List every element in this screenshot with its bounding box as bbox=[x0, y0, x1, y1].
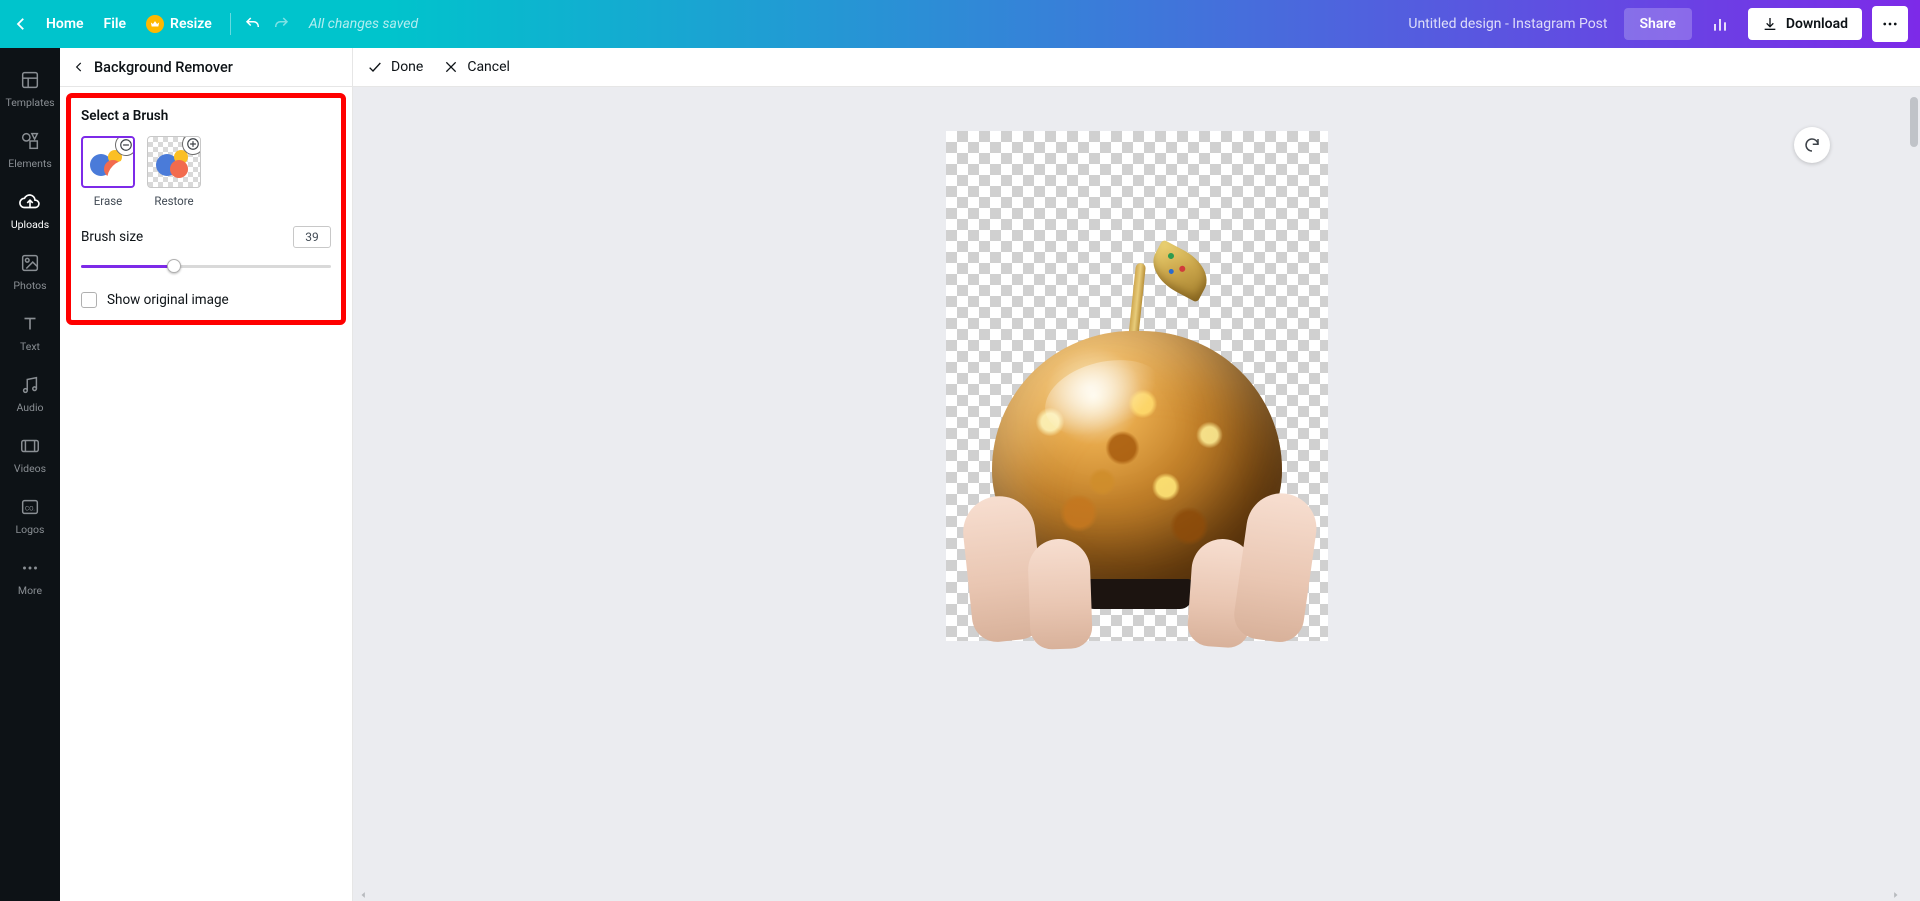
nav-label: Elements bbox=[8, 157, 52, 170]
brush-size-slider[interactable] bbox=[81, 258, 331, 274]
nav-uploads[interactable]: Uploads bbox=[0, 180, 60, 241]
brush-settings-region: Select a Brush Erase bbox=[66, 93, 346, 325]
apple-base bbox=[1082, 579, 1192, 609]
nav-templates[interactable]: Templates bbox=[0, 58, 60, 119]
panel-back-button[interactable]: Background Remover bbox=[60, 48, 352, 87]
more-icon bbox=[18, 556, 42, 580]
nav-audio[interactable]: Audio bbox=[0, 363, 60, 424]
canvas-area[interactable] bbox=[353, 87, 1920, 901]
elements-icon bbox=[18, 129, 42, 153]
hand-finger bbox=[1027, 538, 1093, 650]
nav-label: Logos bbox=[16, 523, 45, 536]
divider bbox=[230, 13, 231, 35]
resize-label: Resize bbox=[170, 16, 212, 32]
horizontal-scrollbar[interactable] bbox=[359, 891, 1900, 899]
more-menu-button[interactable] bbox=[1872, 6, 1908, 42]
nav-text[interactable]: Text bbox=[0, 302, 60, 363]
nav-label: Audio bbox=[16, 401, 43, 414]
crown-icon bbox=[146, 15, 164, 33]
logos-icon: CO. bbox=[18, 495, 42, 519]
side-panel: Background Remover Select a Brush Erase bbox=[60, 48, 353, 901]
apple-leaf bbox=[1144, 239, 1216, 302]
undo-button[interactable] bbox=[239, 10, 267, 38]
insights-button[interactable] bbox=[1702, 6, 1738, 42]
nav-label: Photos bbox=[13, 279, 46, 292]
audio-icon bbox=[18, 373, 42, 397]
resize-button[interactable]: Resize bbox=[136, 9, 222, 39]
videos-icon bbox=[18, 434, 42, 458]
show-original-checkbox[interactable]: Show original image bbox=[81, 292, 331, 308]
nav-logos[interactable]: CO. Logos bbox=[0, 485, 60, 546]
uploads-icon bbox=[18, 190, 42, 214]
canvas-artboard[interactable] bbox=[946, 131, 1328, 641]
editor-sub-toolbar: Done Cancel bbox=[353, 48, 1920, 87]
photos-icon bbox=[18, 251, 42, 275]
nav-label: Templates bbox=[5, 96, 54, 109]
cancel-label: Cancel bbox=[467, 59, 510, 75]
file-button[interactable]: File bbox=[94, 8, 137, 40]
vertical-scrollbar[interactable] bbox=[1910, 97, 1918, 147]
back-chevron-icon[interactable] bbox=[12, 15, 30, 33]
section-title: Select a Brush bbox=[81, 108, 331, 124]
nav-label: Videos bbox=[14, 462, 46, 475]
brush-size-input[interactable] bbox=[293, 226, 331, 248]
nav-more[interactable]: More bbox=[0, 546, 60, 607]
redo-button[interactable] bbox=[267, 10, 295, 38]
templates-icon bbox=[18, 68, 42, 92]
save-status: All changes saved bbox=[309, 16, 418, 32]
brush-erase-label: Erase bbox=[81, 194, 135, 208]
cancel-button[interactable]: Cancel bbox=[443, 59, 510, 75]
slider-thumb[interactable] bbox=[167, 259, 181, 273]
panel-title: Background Remover bbox=[94, 59, 233, 76]
nav-label: Text bbox=[20, 340, 40, 353]
svg-text:CO.: CO. bbox=[25, 505, 35, 513]
minus-icon bbox=[115, 136, 135, 156]
download-button[interactable]: Download bbox=[1748, 8, 1862, 40]
brush-size-label: Brush size bbox=[81, 229, 143, 245]
plus-icon bbox=[182, 136, 201, 155]
brush-erase[interactable]: Erase bbox=[81, 136, 135, 208]
share-button[interactable]: Share bbox=[1624, 8, 1692, 40]
done-label: Done bbox=[391, 59, 423, 75]
top-bar: Home File Resize All changes saved Untit… bbox=[0, 0, 1920, 48]
show-original-label: Show original image bbox=[107, 292, 229, 308]
subject-image[interactable] bbox=[967, 221, 1307, 641]
download-label: Download bbox=[1786, 16, 1848, 32]
brush-restore[interactable]: Restore bbox=[147, 136, 201, 208]
document-title[interactable]: Untitled design - Instagram Post bbox=[1408, 16, 1607, 32]
done-button[interactable]: Done bbox=[367, 59, 423, 75]
left-nav: Templates Elements Uploads Photos Text A… bbox=[0, 48, 60, 901]
nav-elements[interactable]: Elements bbox=[0, 119, 60, 180]
nav-photos[interactable]: Photos bbox=[0, 241, 60, 302]
apple-stem bbox=[1127, 263, 1145, 342]
home-button[interactable]: Home bbox=[36, 8, 94, 40]
nav-label: Uploads bbox=[11, 218, 49, 231]
checkbox-box bbox=[81, 292, 97, 308]
reset-button[interactable] bbox=[1794, 127, 1830, 163]
text-icon bbox=[18, 312, 42, 336]
brush-restore-label: Restore bbox=[147, 194, 201, 208]
nav-label: More bbox=[18, 584, 42, 597]
nav-videos[interactable]: Videos bbox=[0, 424, 60, 485]
